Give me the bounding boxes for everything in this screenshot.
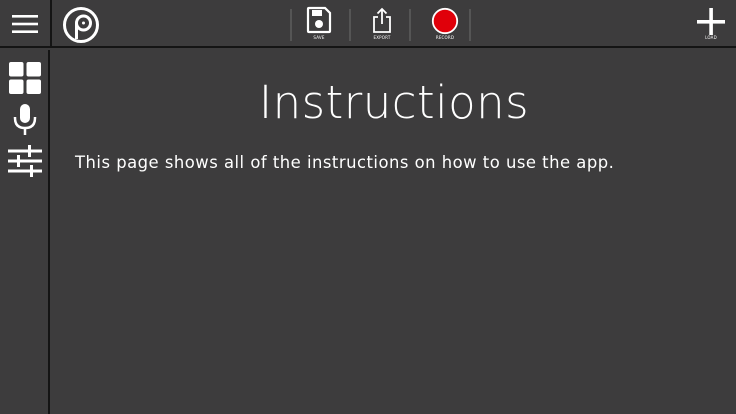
sidebar-item-settings[interactable]: [0, 141, 50, 181]
main-content: Instructions This page shows all of the …: [52, 50, 736, 414]
save-label: SAVE: [313, 35, 325, 40]
load-button[interactable]: LOAD: [691, 5, 731, 45]
page-title: Instructions: [258, 76, 530, 129]
toolbar-separator: [290, 9, 292, 41]
save-button[interactable]: SAVE: [299, 5, 339, 45]
share-icon: [373, 7, 391, 33]
record-icon: [431, 7, 459, 35]
app-window: SAVE EXPORT RECORD LOAD Instructions Thi…: [0, 0, 736, 414]
load-label: LOAD: [705, 35, 717, 40]
record-label: RECORD: [435, 35, 455, 40]
export-label: EXPORT: [373, 35, 391, 40]
plus-icon: [697, 8, 725, 35]
header-divider: [50, 0, 52, 48]
instructions-text: This page shows all of the instructions …: [75, 153, 615, 172]
save-icon: [306, 6, 332, 34]
microphone-icon: [13, 104, 37, 135]
toolbar-separator: [409, 9, 411, 41]
app-logo: [63, 7, 99, 43]
toolbar-separator: [349, 9, 351, 41]
toolbar-separator: [469, 9, 471, 41]
menu-button[interactable]: [0, 0, 50, 48]
sidebar: [0, 50, 50, 414]
top-bar: SAVE EXPORT RECORD LOAD: [0, 0, 736, 48]
hamburger-menu-icon: [12, 15, 38, 33]
sidebar-item-dashboard[interactable]: [0, 58, 50, 98]
sliders-icon: [8, 145, 42, 177]
export-button[interactable]: EXPORT: [362, 5, 402, 45]
record-button[interactable]: RECORD: [425, 5, 465, 45]
sidebar-item-microphone[interactable]: [0, 100, 50, 140]
grid-icon: [9, 62, 41, 94]
